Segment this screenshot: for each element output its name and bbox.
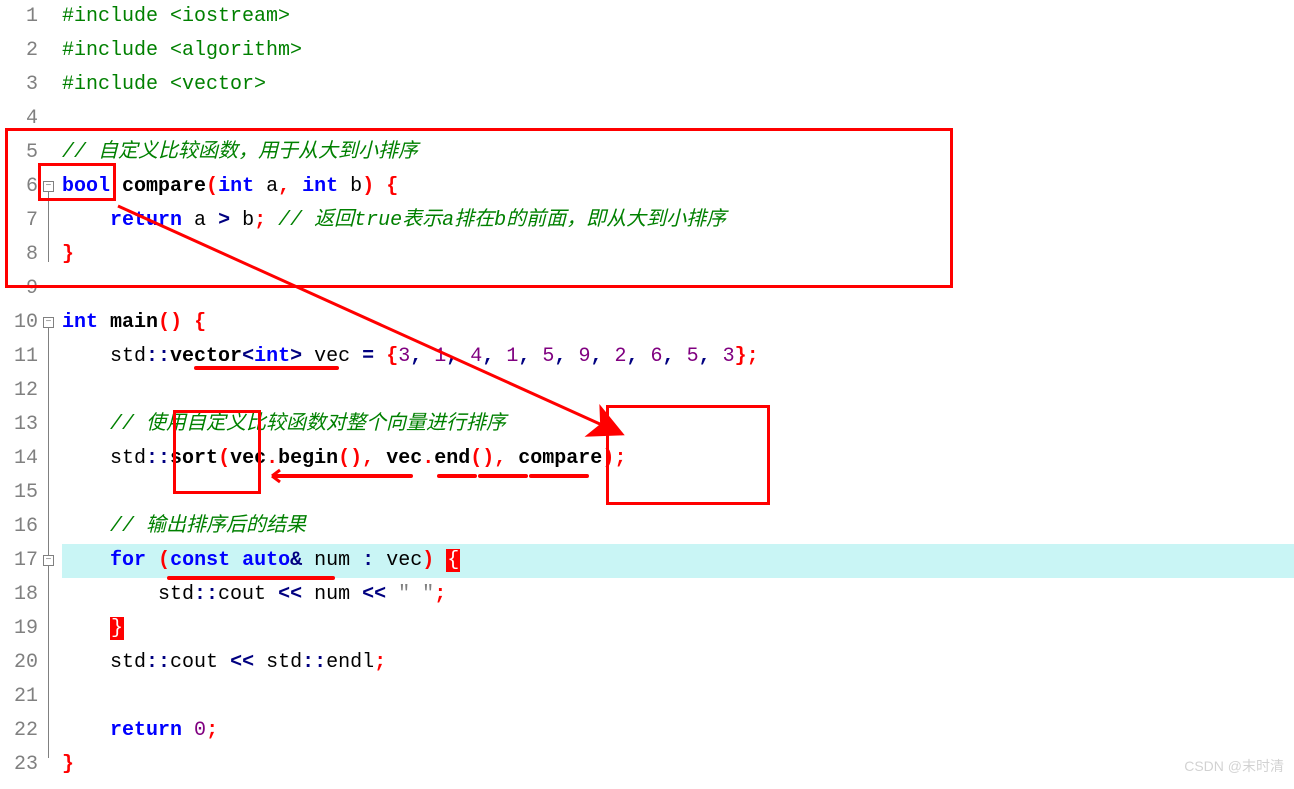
line-number: 2 [0, 34, 38, 68]
line-number: 21 [0, 680, 38, 714]
code-area[interactable]: #include <iostream> #include <algorithm>… [56, 0, 1294, 782]
code-line: } [62, 612, 1294, 646]
code-line-highlighted: for (const auto& num : vec) { [62, 544, 1294, 578]
code-line: return 0; [62, 714, 1294, 748]
watermark: CSDN @末时清 [1184, 749, 1284, 783]
matched-brace: } [110, 617, 124, 640]
code-line [62, 476, 1294, 510]
matched-brace: { [446, 549, 460, 572]
line-number: 19 [0, 612, 38, 646]
fold-toggle-icon[interactable]: − [43, 181, 54, 192]
line-number: 15 [0, 476, 38, 510]
line-number: 23 [0, 748, 38, 782]
line-number: 14 [0, 442, 38, 476]
code-line: return a > b; // 返回true表示a排在b的前面，即从大到小排序 [62, 204, 1294, 238]
code-line: #include <algorithm> [62, 34, 1294, 68]
line-number: 3 [0, 68, 38, 102]
code-editor: 1 2 3 4 5 6 7 8 9 10 11 12 13 14 15 16 1… [0, 0, 1294, 782]
line-number: 9 [0, 272, 38, 306]
line-number: 7 [0, 204, 38, 238]
code-line [62, 272, 1294, 306]
code-line: #include <iostream> [62, 0, 1294, 34]
line-number: 4 [0, 102, 38, 136]
code-line: std::sort(vec.begin(), vec.end(), compar… [62, 442, 1294, 476]
code-line: } [62, 748, 1294, 782]
code-line: // 使用自定义比较函数对整个向量进行排序 [62, 408, 1294, 442]
code-line: std::cout << std::endl; [62, 646, 1294, 680]
line-number: 12 [0, 374, 38, 408]
fold-column: − − − [42, 0, 56, 782]
line-number-gutter: 1 2 3 4 5 6 7 8 9 10 11 12 13 14 15 16 1… [0, 0, 42, 782]
line-number: 20 [0, 646, 38, 680]
line-number: 11 [0, 340, 38, 374]
code-line: #include <vector> [62, 68, 1294, 102]
line-number: 8 [0, 238, 38, 272]
line-number: 17 [0, 544, 38, 578]
line-number: 13 [0, 408, 38, 442]
code-line: std::cout << num << " "; [62, 578, 1294, 612]
line-number: 10 [0, 306, 38, 340]
line-number: 1 [0, 0, 38, 34]
code-line: // 自定义比较函数，用于从大到小排序 [62, 136, 1294, 170]
code-line: int main() { [62, 306, 1294, 340]
line-number: 18 [0, 578, 38, 612]
code-line: std::vector<int> vec = {3, 1, 4, 1, 5, 9… [62, 340, 1294, 374]
code-line [62, 374, 1294, 408]
code-line [62, 102, 1294, 136]
code-line [62, 680, 1294, 714]
code-line: bool compare(int a, int b) { [62, 170, 1294, 204]
code-line: } [62, 238, 1294, 272]
line-number: 16 [0, 510, 38, 544]
fold-toggle-icon[interactable]: − [43, 555, 54, 566]
line-number: 6 [0, 170, 38, 204]
code-line: // 输出排序后的结果 [62, 510, 1294, 544]
fold-toggle-icon[interactable]: − [43, 317, 54, 328]
line-number: 22 [0, 714, 38, 748]
line-number: 5 [0, 136, 38, 170]
